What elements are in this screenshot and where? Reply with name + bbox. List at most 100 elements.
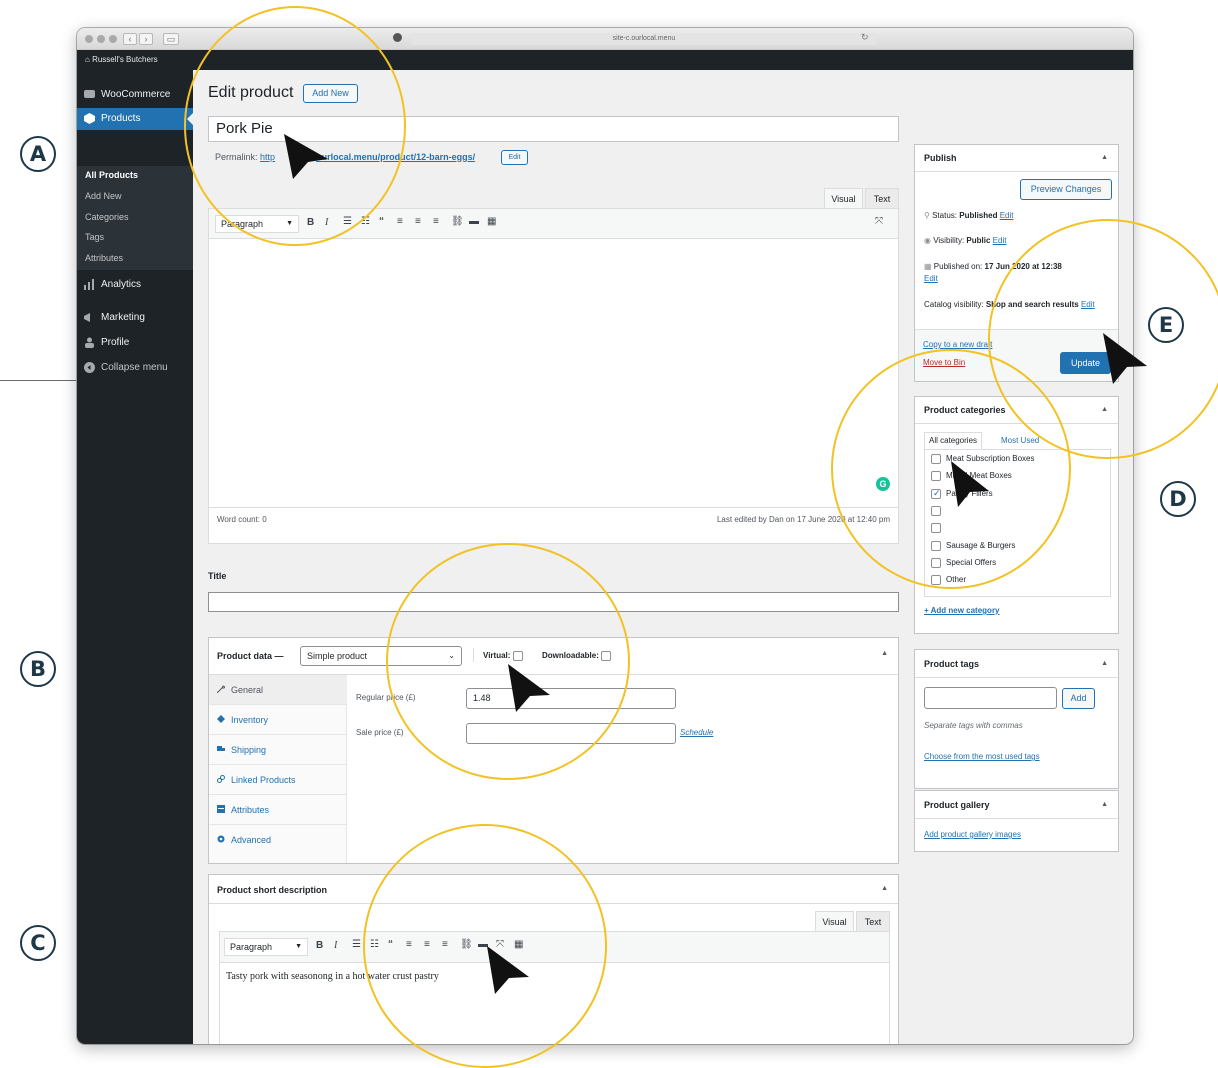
toolbar-toggle-icon[interactable]: ▦	[487, 216, 496, 227]
bold-icon[interactable]: B	[316, 940, 323, 951]
category-item[interactable]	[931, 505, 946, 516]
tab-advanced[interactable]: Advanced	[209, 825, 347, 855]
menu-marketing[interactable]: Marketing	[77, 307, 193, 329]
menu-collapse[interactable]: Collapse menu	[77, 357, 193, 379]
tab-attributes[interactable]: Attributes	[209, 795, 347, 825]
submenu-categories[interactable]: Categories	[85, 212, 129, 222]
collapse-arrow-icon[interactable]: ▲	[1101, 154, 1108, 161]
short-format-select[interactable]: Paragraph ▼	[224, 938, 308, 956]
product-title-input[interactable]: Pork Pie	[208, 116, 899, 142]
permalink-edit-button[interactable]: Edit	[501, 150, 528, 165]
downloadable-checkbox[interactable]	[601, 651, 612, 661]
add-tag-button[interactable]: Add	[1062, 688, 1095, 709]
sale-price-input[interactable]	[466, 723, 676, 744]
move-to-bin-link[interactable]: Move to Bin	[923, 358, 965, 367]
choose-tags-link[interactable]: Choose from the most used tags	[924, 752, 1040, 761]
italic-icon[interactable]: I	[325, 217, 328, 228]
align-right-icon[interactable]: ≡	[442, 939, 448, 950]
numbered-list-icon[interactable]: ☷	[361, 216, 370, 227]
align-left-icon[interactable]: ≡	[406, 939, 412, 950]
align-left-icon[interactable]: ≡	[397, 216, 403, 227]
status-edit-link[interactable]: Edit	[1000, 211, 1014, 220]
tab-general[interactable]: General	[209, 675, 347, 705]
category-checkbox[interactable]	[931, 557, 941, 568]
category-item[interactable]: Special Offers	[931, 557, 996, 568]
read-more-icon[interactable]: ▬	[469, 216, 479, 227]
submenu-all-products[interactable]: All Products	[85, 170, 138, 180]
collapse-arrow-icon[interactable]: ▲	[881, 885, 888, 892]
home-icon[interactable]: ⌂	[85, 55, 92, 64]
category-checkbox[interactable]	[931, 471, 941, 482]
collapse-arrow-icon[interactable]: ▲	[1101, 660, 1108, 667]
tab-most-used[interactable]: Most Used	[1001, 433, 1039, 449]
tab-inventory[interactable]: Inventory	[209, 705, 347, 735]
reload-icon[interactable]: ↻	[861, 32, 869, 43]
tab-text[interactable]: Text	[865, 188, 899, 208]
tab-linked-products[interactable]: Linked Products	[209, 765, 347, 795]
visibility-edit-link[interactable]: Edit	[993, 236, 1007, 245]
category-checkbox[interactable]	[931, 575, 941, 586]
align-center-icon[interactable]: ≡	[415, 216, 421, 227]
blockquote-icon[interactable]: “	[388, 939, 393, 950]
align-right-icon[interactable]: ≡	[433, 216, 439, 227]
category-item[interactable]: Mixed Meat Boxes	[931, 471, 1012, 482]
product-type-select[interactable]: Simple product ⌄	[300, 646, 462, 666]
bullet-list-icon[interactable]: ☰	[343, 216, 352, 227]
site-name[interactable]: Russell's Butchers	[92, 55, 158, 64]
link-icon[interactable]: ⛓	[451, 216, 464, 227]
schedule-link[interactable]: Schedule	[680, 728, 713, 737]
submenu-attributes[interactable]: Attributes	[85, 253, 123, 263]
category-item[interactable]: Meat Subscription Boxes	[931, 454, 1035, 464]
align-center-icon[interactable]: ≡	[424, 939, 430, 950]
short-tab-text[interactable]: Text	[856, 911, 890, 931]
zoom-dot[interactable]	[109, 35, 117, 43]
category-checkbox[interactable]	[931, 523, 941, 534]
checked-checkbox[interactable]: ✓	[931, 488, 941, 499]
read-more-icon[interactable]: ▬	[478, 939, 488, 950]
category-item[interactable]: Sausage & Burgers	[931, 540, 1015, 551]
category-checkbox[interactable]	[931, 454, 941, 464]
short-description-content[interactable]: Tasty pork with seasonong in a hot water…	[219, 963, 890, 1044]
submenu-add-new[interactable]: Add New	[85, 191, 122, 201]
permalink-link-start[interactable]: http	[260, 152, 275, 162]
permalink-link[interactable]: ourlocal.menu/product/12-barn-eggs/	[316, 152, 475, 162]
collapse-arrow-icon[interactable]: ▲	[1101, 406, 1108, 413]
add-gallery-images-link[interactable]: Add product gallery images	[924, 830, 1021, 839]
menu-woocommerce[interactable]: WooCommerce	[77, 84, 193, 106]
short-tab-visual[interactable]: Visual	[815, 911, 854, 931]
toolbar-toggle-icon[interactable]: ▦	[514, 939, 523, 950]
numbered-list-icon[interactable]: ☷	[370, 939, 379, 950]
category-item[interactable]: Other	[931, 575, 966, 586]
tab-shipping[interactable]: Shipping	[209, 735, 347, 765]
tab-all-categories[interactable]: All categories	[924, 432, 983, 449]
menu-products[interactable]: Products	[77, 108, 193, 130]
blockquote-icon[interactable]: “	[379, 216, 384, 227]
category-checkbox[interactable]	[931, 540, 941, 551]
collapse-arrow-icon[interactable]: ▲	[881, 650, 888, 657]
tag-input[interactable]	[924, 687, 1057, 709]
grammarly-icon[interactable]: G	[876, 477, 890, 491]
back-icon[interactable]: ‹	[123, 33, 137, 45]
privacy-icon[interactable]	[393, 33, 402, 42]
category-item[interactable]	[931, 523, 946, 534]
close-dot[interactable]	[85, 35, 93, 43]
sidebar-toggle-icon[interactable]: ▭	[163, 33, 179, 45]
published-on-edit-link[interactable]: Edit	[924, 274, 938, 283]
collapse-arrow-icon[interactable]: ▲	[1101, 801, 1108, 808]
menu-analytics[interactable]: Analytics	[77, 274, 193, 296]
italic-icon[interactable]: I	[334, 940, 337, 951]
tab-visual[interactable]: Visual	[824, 188, 863, 208]
link-icon[interactable]: ⛓	[460, 939, 473, 950]
address-bar[interactable]: site-c.ourlocal.menu	[411, 33, 877, 45]
submenu-tags[interactable]: Tags	[85, 232, 104, 242]
copy-draft-link[interactable]: Copy to a new draft	[923, 340, 992, 349]
forward-icon[interactable]: ›	[139, 33, 153, 45]
category-checkbox[interactable]	[931, 505, 941, 516]
regular-price-input[interactable]: 1.48	[466, 688, 676, 709]
menu-profile[interactable]: Profile	[77, 332, 193, 354]
format-select[interactable]: Paragraph ▼	[215, 215, 299, 233]
add-new-button[interactable]: Add New	[303, 84, 358, 103]
minimize-dot[interactable]	[97, 35, 105, 43]
add-new-category-link[interactable]: + Add new category	[924, 606, 1000, 615]
fullscreen-icon[interactable]: ⤧	[496, 939, 504, 950]
